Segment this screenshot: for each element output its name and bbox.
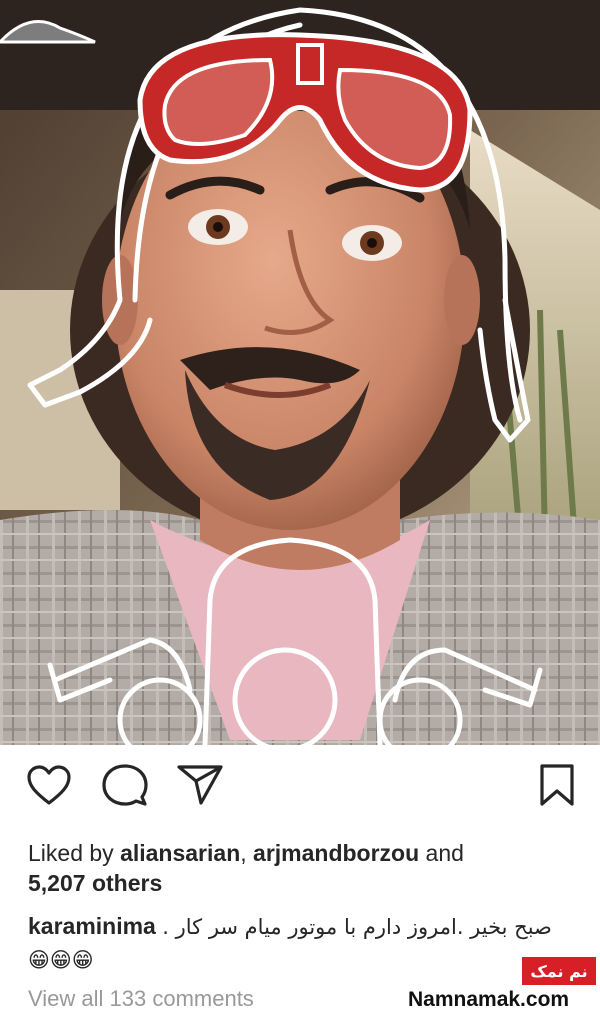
comment-button[interactable] bbox=[100, 762, 150, 812]
bookmark-icon bbox=[539, 763, 575, 812]
caption-emojis: 😁😁😁 bbox=[28, 948, 94, 972]
post-caption: karaminima صبح بخير .امروز دارم با موتور… bbox=[28, 910, 573, 976]
paper-plane-icon bbox=[177, 764, 223, 811]
caption-text: صبح بخير .امروز دارم با موتور ميام سر كا… bbox=[162, 915, 552, 939]
save-button[interactable] bbox=[532, 762, 582, 812]
share-button[interactable] bbox=[175, 762, 225, 812]
comment-icon bbox=[102, 763, 148, 812]
likes-summary: Liked by aliansarian, arjmandborzou and … bbox=[28, 838, 568, 898]
likes-and: and bbox=[419, 840, 464, 866]
liker-username[interactable]: aliansarian bbox=[120, 840, 240, 866]
caption-username[interactable]: karaminima bbox=[28, 913, 156, 939]
watermark-site: Namnamak.com bbox=[408, 988, 570, 1011]
like-button[interactable] bbox=[24, 762, 74, 812]
view-all-comments-link[interactable]: View all 133 comments bbox=[28, 986, 254, 1012]
heart-icon bbox=[26, 764, 72, 811]
watermark-badge: نم نمک bbox=[522, 957, 596, 985]
likes-separator: , bbox=[240, 840, 254, 866]
likes-others-link[interactable]: 5,207 others bbox=[28, 870, 162, 896]
post-photo[interactable] bbox=[0, 0, 600, 745]
post-action-bar bbox=[0, 762, 600, 822]
liker-username[interactable]: arjmandborzou bbox=[253, 840, 419, 866]
likes-prefix: Liked by bbox=[28, 840, 121, 866]
